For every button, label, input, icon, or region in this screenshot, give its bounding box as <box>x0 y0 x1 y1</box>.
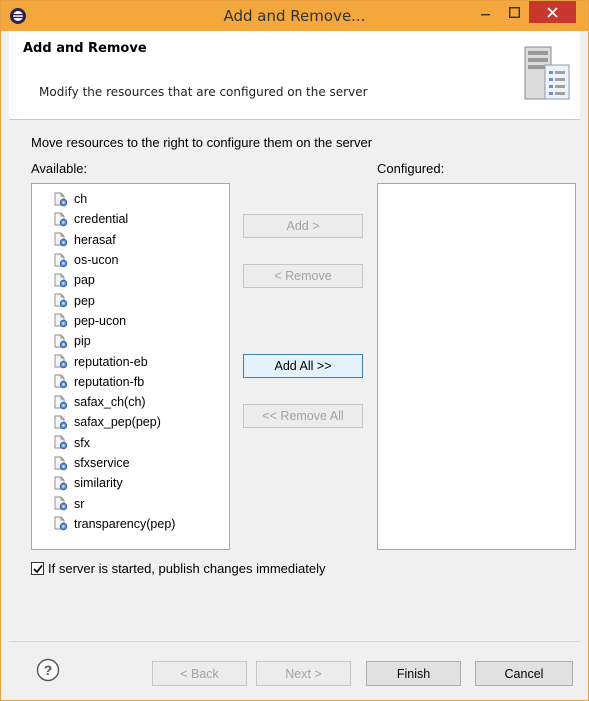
list-item-label: reputation-eb <box>74 354 148 369</box>
footer-divider <box>9 641 580 642</box>
configured-label: Configured: <box>377 161 445 176</box>
project-icon <box>54 313 68 328</box>
window-title: Add and Remove... <box>223 7 366 25</box>
finish-button[interactable]: Finish <box>366 661 461 686</box>
list-item[interactable]: sfx <box>32 433 229 453</box>
remove-all-button[interactable]: << Remove All <box>243 404 363 428</box>
checkmark-icon <box>32 564 43 573</box>
project-icon <box>54 476 68 490</box>
wizard-banner: Add and Remove Modify the resources that… <box>9 31 580 120</box>
list-item-label: pep-ucon <box>74 313 127 328</box>
banner-description: Modify the resources that are configured… <box>39 85 368 99</box>
list-item-label: pap <box>74 273 95 288</box>
list-item[interactable]: os-ucon <box>32 250 229 270</box>
list-item-label: herasaf <box>74 232 116 247</box>
project-icon <box>54 273 68 288</box>
list-item[interactable]: sfxservice <box>32 453 229 473</box>
instruction-text: Move resources to the right to configure… <box>31 135 373 150</box>
publish-option[interactable]: If server is started, publish changes im… <box>31 561 325 576</box>
list-item-label: sr <box>74 496 85 511</box>
available-label: Available: <box>31 161 88 176</box>
list-item[interactable]: pap <box>32 270 229 290</box>
list-item[interactable]: similarity <box>32 473 229 493</box>
minimize-button[interactable] <box>473 1 499 23</box>
list-item[interactable]: pep-ucon <box>32 311 229 331</box>
project-icon <box>54 253 68 267</box>
list-item-label: reputation-fb <box>74 374 145 389</box>
project-icon <box>54 516 68 531</box>
list-item[interactable]: sr <box>32 493 229 513</box>
list-item-label: safax_ch(ch) <box>74 395 146 410</box>
configured-list[interactable] <box>377 183 576 550</box>
list-item-label: pep <box>74 293 95 308</box>
list-item[interactable]: pip <box>32 331 229 351</box>
list-item-label: transparency(pep) <box>74 516 176 531</box>
list-item-label: credential <box>74 212 129 227</box>
project-icon <box>54 192 68 206</box>
list-item-label: ch <box>74 192 88 207</box>
available-list[interactable]: ch credential herasaf os-ucon pap pep pep-ucon… <box>31 183 230 550</box>
project-icon <box>54 374 68 389</box>
list-item[interactable]: ch <box>32 189 229 209</box>
add-button[interactable]: Add > <box>243 214 363 238</box>
project-icon <box>54 456 68 470</box>
list-item[interactable]: herasaf <box>32 230 229 250</box>
server-icon <box>524 46 570 100</box>
list-item-label: os-ucon <box>74 253 119 268</box>
list-item-label: pip <box>74 334 91 349</box>
cancel-button[interactable]: Cancel <box>475 661 573 686</box>
back-button[interactable]: < Back <box>152 661 247 686</box>
list-item[interactable]: safax_ch(ch) <box>32 392 229 412</box>
list-item-label: safax_pep(pep) <box>74 415 161 430</box>
list-item[interactable]: reputation-fb <box>32 372 229 392</box>
list-item[interactable]: safax_pep(pep) <box>32 412 229 432</box>
banner-title: Add and Remove <box>23 41 147 56</box>
add-all-button[interactable]: Add All >> <box>243 354 363 378</box>
help-icon[interactable]: ? <box>36 658 60 682</box>
svg-text:?: ? <box>44 662 53 678</box>
project-icon <box>54 334 68 348</box>
dialog-window: Add and Remove... Add and Remove Modify … <box>0 0 589 701</box>
project-icon <box>54 212 68 227</box>
list-item-label: sfxservice <box>74 456 130 470</box>
project-icon <box>54 232 68 247</box>
list-item[interactable]: pep <box>32 290 229 310</box>
list-item[interactable]: reputation-eb <box>32 351 229 371</box>
maximize-icon <box>508 6 520 18</box>
list-item-label: similarity <box>74 476 123 491</box>
project-icon <box>54 395 68 409</box>
remove-button[interactable]: < Remove <box>243 264 363 288</box>
list-item[interactable]: credential <box>32 209 229 229</box>
maximize-button[interactable] <box>501 1 527 23</box>
next-button[interactable]: Next > <box>256 661 351 686</box>
list-item-label: sfx <box>74 435 90 450</box>
publish-checkbox[interactable] <box>31 562 44 575</box>
close-icon <box>547 6 558 18</box>
project-icon <box>54 415 68 430</box>
publish-label: If server is started, publish changes im… <box>48 561 326 576</box>
project-icon <box>54 293 68 308</box>
title-bar[interactable]: Add and Remove... <box>1 1 588 31</box>
list-item[interactable]: transparency(pep) <box>32 514 229 534</box>
project-icon <box>54 496 68 511</box>
minimize-icon <box>481 14 490 16</box>
project-icon <box>54 435 68 450</box>
project-icon <box>54 354 68 369</box>
close-button[interactable] <box>529 1 576 23</box>
